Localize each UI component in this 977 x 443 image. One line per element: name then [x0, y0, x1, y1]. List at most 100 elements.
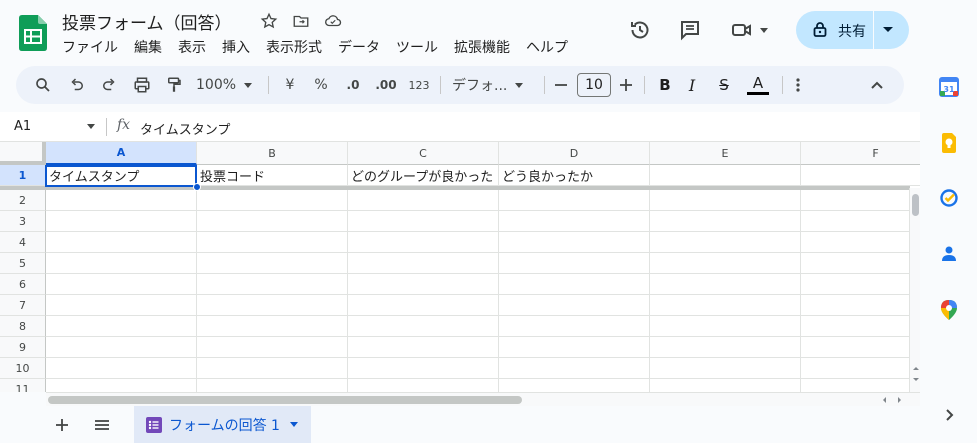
cell-c7[interactable] [348, 295, 499, 316]
row-header-8[interactable]: 8 [0, 316, 46, 337]
cell-b11[interactable] [197, 379, 348, 392]
print-icon[interactable] [129, 66, 155, 104]
cell-f2[interactable] [801, 190, 920, 211]
cell-e7[interactable] [650, 295, 801, 316]
menu-tools[interactable]: ツール [396, 37, 438, 57]
cell-e5[interactable] [650, 253, 801, 274]
row-header-5[interactable]: 5 [0, 253, 46, 274]
cell-f5[interactable] [801, 253, 920, 274]
collapse-menu-icon[interactable] [866, 66, 888, 104]
cell-d11[interactable] [499, 379, 650, 392]
cell-c8[interactable] [348, 316, 499, 337]
cell-e1[interactable] [650, 165, 801, 186]
comments-icon[interactable] [670, 10, 710, 50]
cell-e6[interactable] [650, 274, 801, 295]
cell-e8[interactable] [650, 316, 801, 337]
bold-button[interactable]: B [652, 66, 678, 104]
decrease-font-size-button[interactable] [552, 66, 570, 104]
italic-button[interactable]: I [679, 66, 705, 104]
cell-a8[interactable] [46, 316, 197, 337]
column-header-f[interactable]: F [801, 142, 920, 165]
cell-d6[interactable] [499, 274, 650, 295]
menu-data[interactable]: データ [338, 37, 380, 57]
expand-side-panel-icon[interactable] [938, 404, 960, 426]
select-all-corner[interactable] [0, 142, 46, 165]
vertical-scrollbar[interactable] [909, 188, 920, 392]
search-menus-icon[interactable] [30, 66, 56, 104]
percent-format-button[interactable]: % [310, 66, 332, 104]
cell-d3[interactable] [499, 211, 650, 232]
document-title[interactable]: 投票フォーム（回答） [62, 9, 232, 34]
row-header-4[interactable]: 4 [0, 232, 46, 253]
cell-e3[interactable] [650, 211, 801, 232]
cell-a6[interactable] [46, 274, 197, 295]
more-options-icon[interactable] [788, 66, 808, 104]
keep-icon[interactable] [938, 132, 960, 154]
cloud-status-icon[interactable] [322, 10, 344, 32]
font-select[interactable]: デフォ... [452, 66, 532, 104]
cell-b5[interactable] [197, 253, 348, 274]
row-header-7[interactable]: 7 [0, 295, 46, 316]
row-header-11[interactable]: 11 [0, 379, 46, 392]
column-header-a[interactable]: A [46, 142, 197, 165]
cell-b10[interactable] [197, 358, 348, 379]
cell-f4[interactable] [801, 232, 920, 253]
tasks-icon[interactable] [938, 187, 960, 209]
cell-d4[interactable] [499, 232, 650, 253]
row-header-1[interactable]: 1 [0, 165, 46, 186]
name-box-dropdown-icon[interactable] [87, 124, 95, 129]
cell-a11[interactable] [46, 379, 197, 392]
cell-f3[interactable] [801, 211, 920, 232]
cell-f11[interactable] [801, 379, 920, 392]
cell-b8[interactable] [197, 316, 348, 337]
horizontal-scroll-arrows-icon[interactable] [880, 396, 906, 404]
font-size-input[interactable]: 10 [577, 73, 611, 97]
menu-format[interactable]: 表示形式 [266, 37, 322, 57]
cell-c2[interactable] [348, 190, 499, 211]
horizontal-scroll-thumb[interactable] [48, 396, 522, 404]
menu-extensions[interactable]: 拡張機能 [454, 37, 510, 57]
sheets-logo-icon[interactable] [19, 15, 47, 51]
cell-f1[interactable] [801, 165, 920, 186]
cell-d10[interactable] [499, 358, 650, 379]
share-dropdown-icon[interactable] [883, 27, 893, 32]
cell-c1[interactable]: どのグループが良かった [348, 165, 499, 186]
cell-d8[interactable] [499, 316, 650, 337]
star-icon[interactable] [258, 10, 280, 32]
column-header-c[interactable]: C [348, 142, 499, 165]
cell-d5[interactable] [499, 253, 650, 274]
cell-c9[interactable] [348, 337, 499, 358]
fill-handle[interactable] [193, 183, 201, 191]
strikethrough-button[interactable]: S [711, 66, 737, 104]
cell-f10[interactable] [801, 358, 920, 379]
decrease-decimal-button[interactable]: .0 [340, 66, 366, 104]
meet-video-icon[interactable] [724, 10, 774, 50]
cell-d9[interactable] [499, 337, 650, 358]
row-header-9[interactable]: 9 [0, 337, 46, 358]
cell-b3[interactable] [197, 211, 348, 232]
cell-a7[interactable] [46, 295, 197, 316]
paint-format-icon[interactable] [161, 66, 187, 104]
scroll-arrows-icon[interactable] [912, 364, 920, 384]
formula-input[interactable]: タイムスタンプ [140, 119, 230, 138]
maps-icon[interactable] [938, 299, 960, 321]
row-header-2[interactable]: 2 [0, 190, 46, 211]
cell-c6[interactable] [348, 274, 499, 295]
all-sheets-icon[interactable] [92, 415, 112, 435]
redo-icon[interactable] [96, 66, 122, 104]
cell-d1[interactable]: どう良かったか [499, 165, 650, 186]
undo-icon[interactable] [64, 66, 90, 104]
cell-f7[interactable] [801, 295, 920, 316]
cell-e2[interactable] [650, 190, 801, 211]
cell-a9[interactable] [46, 337, 197, 358]
cell-f6[interactable] [801, 274, 920, 295]
row-header-10[interactable]: 10 [0, 358, 46, 379]
column-header-b[interactable]: B [197, 142, 348, 165]
increase-decimal-button[interactable]: .00 [372, 66, 400, 104]
move-folder-icon[interactable] [290, 10, 312, 32]
cell-b1[interactable]: 投票コード [197, 165, 348, 186]
version-history-icon[interactable] [620, 10, 660, 50]
cell-e10[interactable] [650, 358, 801, 379]
column-header-d[interactable]: D [499, 142, 650, 165]
cell-e9[interactable] [650, 337, 801, 358]
